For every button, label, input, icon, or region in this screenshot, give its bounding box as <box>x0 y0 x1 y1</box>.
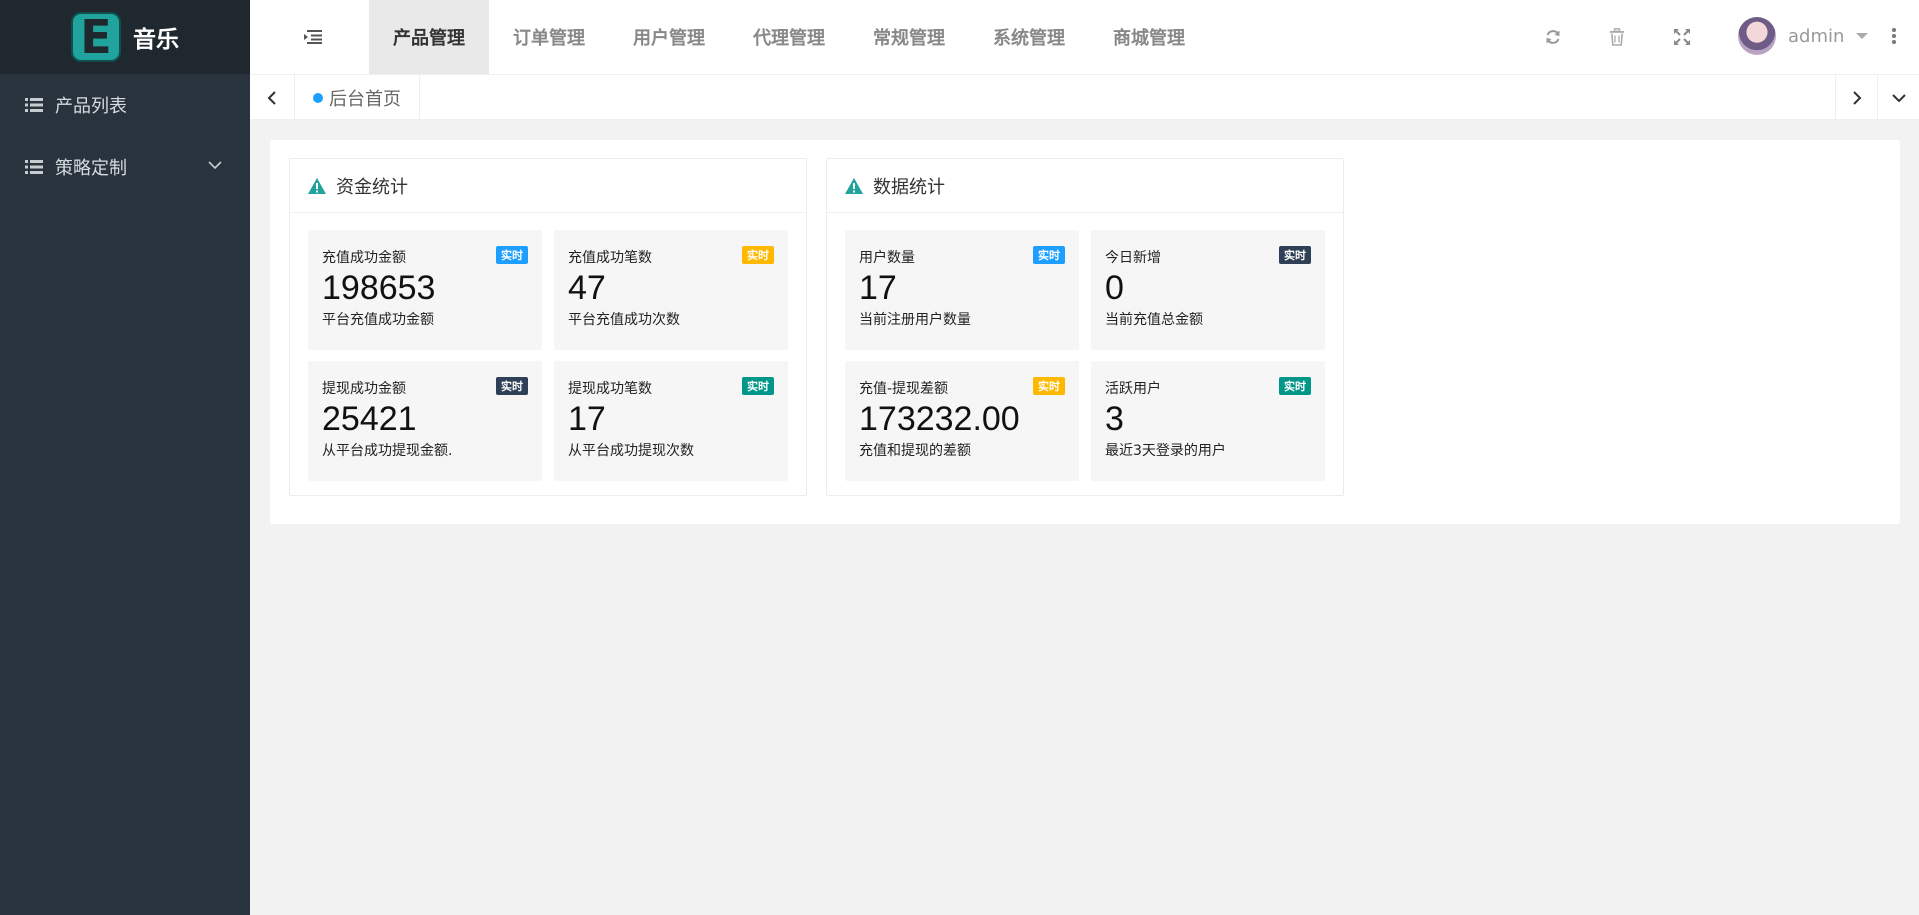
nav-item-agents[interactable]: 代理管理 <box>729 0 849 74</box>
realtime-badge: 实时 <box>1033 377 1065 395</box>
nav-item-general[interactable]: 常规管理 <box>849 0 969 74</box>
realtime-badge: 实时 <box>1279 246 1311 264</box>
logo-text: 音乐 <box>133 27 179 53</box>
realtime-badge: 实时 <box>1033 246 1065 264</box>
nav-item-products[interactable]: 产品管理 <box>369 0 489 74</box>
chevron-down-icon <box>208 161 222 170</box>
panel-header: 资金统计 <box>290 159 806 213</box>
logo[interactable]: E 音乐 <box>0 0 250 74</box>
panel-header: 数据统计 <box>827 159 1343 213</box>
stat-card: 实时 充值成功金额 198653 平台充值成功金额 <box>308 230 542 350</box>
funds-panel: 资金统计 实时 充值成功金额 198653 平台充值成功金额 实时 充值成功笔数… <box>289 158 807 496</box>
fullscreen-button[interactable] <box>1670 25 1694 49</box>
realtime-badge: 实时 <box>496 377 528 395</box>
fold-menu-icon[interactable] <box>303 29 323 45</box>
list-icon <box>25 160 43 174</box>
stat-desc: 平台充值成功次数 <box>568 312 680 328</box>
warning-icon <box>845 177 863 194</box>
more-vertical-icon <box>1892 28 1896 44</box>
stat-value: 17 <box>859 269 897 307</box>
stat-value: 173232.00 <box>859 400 1020 438</box>
sidebar-item-product-list[interactable]: 产品列表 <box>0 74 250 136</box>
tabs-bar: 后台首页 <box>250 74 1919 120</box>
sidebar-item-strategy[interactable]: 策略定制 <box>0 136 250 198</box>
nav-item-users[interactable]: 用户管理 <box>609 0 729 74</box>
stat-value: 3 <box>1105 400 1124 438</box>
tab-home-label: 后台首页 <box>329 88 401 110</box>
top-nav: 产品管理 订单管理 用户管理 代理管理 常规管理 系统管理 商城管理 <box>369 0 1209 74</box>
refresh-button[interactable] <box>1541 25 1565 49</box>
nav-item-system[interactable]: 系统管理 <box>969 0 1089 74</box>
list-icon <box>25 98 43 112</box>
user-name: admin <box>1788 25 1845 47</box>
realtime-badge: 实时 <box>742 246 774 264</box>
stat-desc: 当前注册用户数量 <box>859 312 971 328</box>
trash-icon <box>1610 28 1624 46</box>
stat-desc: 充值和提现的差额 <box>859 443 971 459</box>
active-dot <box>313 92 323 103</box>
sidebar-item-label: 策略定制 <box>55 158 127 179</box>
warning-icon <box>308 177 326 194</box>
stat-card: 实时 活跃用户 3 最近3天登录的用户 <box>1091 361 1325 481</box>
panel-title: 资金统计 <box>336 176 408 198</box>
chevron-down-icon <box>1891 93 1906 102</box>
panel-title: 数据统计 <box>873 176 945 198</box>
user-menu[interactable]: admin <box>1738 17 1869 55</box>
refresh-icon <box>1546 30 1560 44</box>
stat-desc: 当前充值总金额 <box>1105 312 1203 328</box>
realtime-badge: 实时 <box>1279 377 1311 395</box>
stat-value: 17 <box>568 400 606 438</box>
data-panel: 数据统计 实时 用户数量 17 当前注册用户数量 实时 今日新增 0 当前充值总… <box>826 158 1344 496</box>
stat-value: 25421 <box>322 400 417 438</box>
stat-desc: 从平台成功提现次数 <box>568 443 694 459</box>
stat-card: 实时 今日新增 0 当前充值总金额 <box>1091 230 1325 350</box>
chevron-left-icon <box>267 90 276 105</box>
top-bar: 产品管理 订单管理 用户管理 代理管理 常规管理 系统管理 商城管理 admin <box>250 0 1919 74</box>
realtime-badge: 实时 <box>496 246 528 264</box>
nav-item-mall[interactable]: 商城管理 <box>1089 0 1209 74</box>
dashboard-card: 资金统计 实时 充值成功金额 198653 平台充值成功金额 实时 充值成功笔数… <box>270 140 1900 524</box>
realtime-badge: 实时 <box>742 377 774 395</box>
stat-desc: 平台充值成功金额 <box>322 312 434 328</box>
stat-value: 47 <box>568 269 606 307</box>
tab-scroll-right-button[interactable] <box>1835 75 1877 120</box>
stat-card: 实时 充值-提现差额 173232.00 充值和提现的差额 <box>845 361 1079 481</box>
stat-card: 实时 提现成功笔数 17 从平台成功提现次数 <box>554 361 788 481</box>
clear-cache-button[interactable] <box>1605 25 1629 49</box>
more-button[interactable] <box>1891 27 1897 49</box>
tab-options-button[interactable] <box>1877 75 1919 120</box>
tab-home[interactable]: 后台首页 <box>296 75 420 120</box>
nav-item-orders[interactable]: 订单管理 <box>489 0 609 74</box>
sidebar-item-label: 产品列表 <box>55 96 127 117</box>
stat-card: 实时 用户数量 17 当前注册用户数量 <box>845 230 1079 350</box>
stat-card: 实时 提现成功金额 25421 从平台成功提现金额. <box>308 361 542 481</box>
stat-value: 198653 <box>322 269 436 307</box>
caret-down-icon <box>1856 33 1869 39</box>
stat-desc: 最近3天登录的用户 <box>1105 443 1226 459</box>
sidebar: E 音乐 产品列表 策略定制 <box>0 0 250 915</box>
stat-card: 实时 充值成功笔数 47 平台充值成功次数 <box>554 230 788 350</box>
logo-mark: E <box>71 12 121 62</box>
tab-scroll-left-button[interactable] <box>250 75 295 120</box>
avatar <box>1738 17 1776 55</box>
fullscreen-icon <box>1674 29 1690 45</box>
stat-value: 0 <box>1105 269 1124 307</box>
stat-desc: 从平台成功提现金额. <box>322 443 453 459</box>
chevron-right-icon <box>1852 90 1861 105</box>
